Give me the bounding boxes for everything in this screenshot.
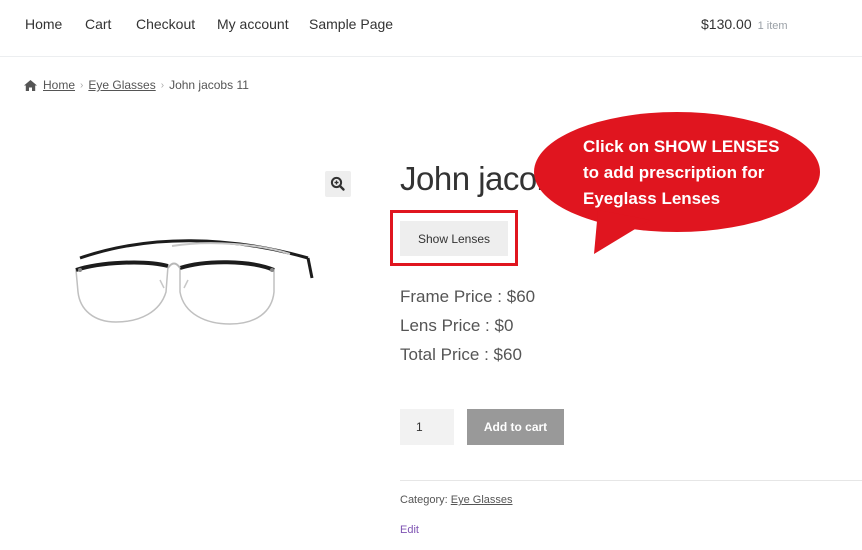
category-label: Category: (400, 494, 448, 506)
zoom-icon (330, 176, 345, 191)
callout-text: Click on SHOW LENSES to add prescription… (583, 134, 803, 212)
add-to-cart-button[interactable]: Add to cart (467, 409, 564, 445)
meta-divider (400, 480, 862, 481)
breadcrumb-category-link[interactable]: Eye Glasses (88, 78, 155, 92)
top-navigation: Home Cart Checkout My account Sample Pag… (0, 0, 862, 57)
breadcrumb-current: John jacobs 11 (169, 78, 249, 92)
quantity-input[interactable] (400, 409, 454, 445)
nav-sample-page[interactable]: Sample Page (309, 16, 393, 32)
breadcrumb-separator: › (160, 79, 165, 91)
product-image-eyeglasses[interactable] (60, 230, 330, 340)
category-link[interactable]: Eye Glasses (451, 494, 513, 506)
nav-my-account[interactable]: My account (217, 16, 289, 32)
total-price: Total Price : $60 (400, 345, 522, 364)
nav-home[interactable]: Home (25, 16, 62, 32)
zoom-button[interactable] (325, 171, 351, 197)
edit-link[interactable]: Edit (400, 524, 419, 536)
callout-line: Click on SHOW LENSES (583, 137, 780, 156)
breadcrumb: Home › Eye Glasses › John jacobs 11 (24, 78, 249, 92)
callout-line: to add prescription for (583, 163, 765, 182)
cart-total-amount: $130.00 (701, 16, 752, 32)
cart-item-count: 1 item (757, 20, 788, 32)
lens-price: Lens Price : $0 (400, 316, 514, 335)
home-icon (24, 79, 37, 91)
breadcrumb-home-link[interactable]: Home (43, 78, 75, 92)
breadcrumb-separator: › (80, 79, 84, 91)
product-category: Category: Eye Glasses (400, 494, 513, 506)
show-lenses-button[interactable]: Show Lenses (400, 221, 508, 256)
callout-line: Eyeglass Lenses (583, 189, 721, 208)
header-cart-link[interactable]: $130.00 1 item (701, 16, 788, 32)
nav-cart[interactable]: Cart (85, 16, 111, 32)
nav-checkout[interactable]: Checkout (136, 16, 195, 32)
frame-price: Frame Price : $60 (400, 287, 536, 306)
